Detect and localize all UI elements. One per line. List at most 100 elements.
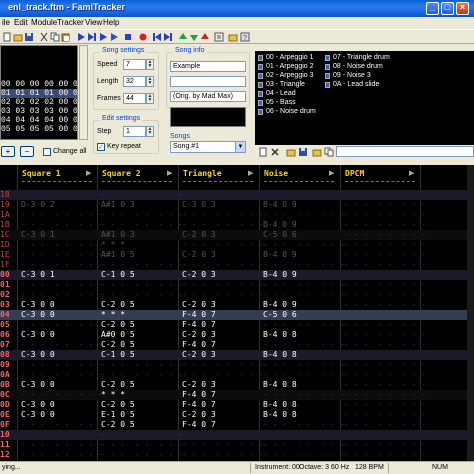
maximize-button[interactable]: □ (441, 2, 454, 15)
pattern-cell[interactable]: * * * (101, 240, 125, 249)
pattern-cell[interactable]: - - - - - - - - (101, 450, 183, 459)
pattern-cell[interactable]: - - - - - - - - (344, 330, 426, 339)
pattern-cell[interactable]: - - - - - - - - (344, 200, 426, 209)
pattern-cell[interactable]: A#1 0 3 (101, 230, 135, 239)
pattern-cell[interactable]: - - - - - - - - (344, 290, 426, 299)
step-field[interactable]: 1 (123, 126, 146, 137)
instrument-item[interactable]: 01 - Arpeggio 2 (266, 63, 314, 70)
pattern-cell[interactable]: B-4 0 9 (263, 270, 297, 279)
pattern-row[interactable]: 01- - - - - - - -- - - - - - - -- - - - … (0, 280, 474, 290)
pattern-cell[interactable]: - - - - - - - - (263, 390, 345, 399)
instrument-item[interactable]: 0A - Lead slide (333, 81, 379, 88)
down-arrow-icon[interactable]: ▼ (147, 64, 153, 69)
pattern-cell[interactable]: - - - - - - - - (263, 420, 345, 429)
step-spinner[interactable]: ▲ ▼ (146, 126, 154, 137)
pattern-cell[interactable]: - - - - - - - - (344, 310, 426, 319)
down-arrow-icon[interactable]: ▼ (147, 131, 153, 136)
pattern-cell[interactable]: - - - - - - - - (21, 340, 103, 349)
instrument-item[interactable]: 08 - Noise drum (333, 63, 383, 70)
pattern-row[interactable]: 04 C-3 0 0 * * * F-4 0 7 C-5 0 6 - - - - - - … (0, 310, 474, 320)
chevron-down-icon[interactable]: ▼ (235, 142, 245, 152)
pattern-cell[interactable]: C-3 0 0 (21, 400, 55, 409)
pattern-cell[interactable]: - - - - - - - - (344, 230, 426, 239)
play-loop-icon[interactable] (98, 32, 108, 42)
pattern-cell[interactable]: - - - - - - - - (263, 370, 345, 379)
pattern-cell[interactable]: - - - - - - - - (101, 210, 183, 219)
help-icon[interactable]: ? (240, 32, 250, 42)
pattern-cell[interactable]: B-4 0 9 (263, 220, 297, 229)
menu-tracker[interactable]: Tracker (57, 18, 84, 27)
next-frame-icon[interactable] (163, 32, 173, 42)
instrument-name-field[interactable] (336, 146, 474, 157)
channel-header-triangle[interactable]: Triangle ▶ (179, 165, 259, 187)
pattern-cell[interactable]: - - - - - - - - (344, 390, 426, 399)
instrument-list[interactable]: 00 - Arpeggio 1 01 - Arpeggio 2 02 - Arp… (255, 51, 474, 145)
frames-field[interactable]: 44 (123, 93, 146, 104)
pattern-cell[interactable]: - - - - - - - - (263, 340, 345, 349)
save-icon[interactable] (24, 32, 34, 42)
frame-row[interactable]: 00 00 00 00 00 00 (1, 80, 77, 89)
pattern-cell[interactable]: - - - - - - - - (344, 340, 426, 349)
pattern-cell[interactable]: - - - - - - - - (263, 210, 345, 219)
pattern-cell[interactable]: - - - - - - - - (101, 290, 183, 299)
pattern-row[interactable]: 06 C-3 0 0 A#0 0 5 C-2 0 3 B-4 0 8 - - - - - … (0, 330, 474, 340)
pattern-cell[interactable]: - - - - - - - - (182, 260, 264, 269)
pattern-cell[interactable]: - - - - - - - - (101, 190, 183, 199)
pattern-cell[interactable]: C-5 0 6 (263, 230, 297, 239)
pattern-cell[interactable]: - - - - - - - - (344, 250, 426, 259)
menu-edit[interactable]: Edit (14, 18, 28, 27)
pattern-row[interactable]: 1F - - - - - - - -- - - - - - - -- - - - … (0, 260, 474, 270)
pattern-cell[interactable]: - - - - - - - - (182, 360, 264, 369)
down-arrow-icon[interactable]: ▼ (147, 81, 153, 86)
paste-icon[interactable] (61, 32, 71, 42)
pattern-cell[interactable]: - - - - - - - - (182, 450, 264, 459)
pattern-row[interactable]: 1B - - - - - - - -- - - - - - - -- - - - … (0, 220, 474, 230)
stop-icon[interactable] (123, 32, 133, 42)
pattern-cell[interactable]: - - - - - - - - (21, 440, 103, 449)
pattern-cell[interactable]: A#1 0 5 (101, 250, 135, 259)
pattern-cell[interactable]: B-4 0 8 (263, 330, 297, 339)
pattern-cell[interactable]: C-2 0 5 (101, 400, 135, 409)
pattern-cell[interactable]: - - - - - - - - (344, 400, 426, 409)
pattern-cell[interactable]: B-4 0 8 (263, 350, 297, 359)
frame-row[interactable]: 01 01 01 01 00 00 (1, 89, 77, 98)
pattern-cell[interactable]: - - - - - - - - (21, 360, 103, 369)
pattern-cell[interactable]: C-1 0 5 (101, 270, 135, 279)
play-icon[interactable] (76, 32, 86, 42)
pattern-row[interactable]: 1E - - - - - - - - A#1 0 5 C-2 0 3 B-4 0 9- … (0, 250, 474, 260)
pattern-cell[interactable]: A#0 0 5 (101, 330, 135, 339)
pattern-cell[interactable]: - - - - - - - - (344, 380, 426, 389)
pattern-cell[interactable]: - - - - - - - - (344, 300, 426, 309)
record-icon[interactable] (138, 32, 148, 42)
song-name-field[interactable]: Example (170, 61, 246, 72)
pattern-row[interactable]: 10- - - - - - - -- - - - - - - -- - - - … (0, 430, 474, 440)
pattern-cell[interactable]: - - - - - - - - (344, 370, 426, 379)
menu-view[interactable]: View (85, 18, 102, 27)
pattern-cell[interactable]: - - - - - - - - (344, 350, 426, 359)
pattern-cell[interactable]: - - - - - - - - (21, 210, 103, 219)
frame-row[interactable]: 05 05 05 05 00 00 (1, 125, 77, 134)
change-all-checkbox[interactable] (43, 148, 51, 156)
pattern-cell[interactable]: - - - - - - - - (21, 220, 103, 229)
down-arrow-icon[interactable]: ▼ (147, 98, 153, 103)
save-instrument-icon[interactable] (298, 147, 308, 157)
pattern-cell[interactable]: - - - - - - - - (344, 450, 426, 459)
pattern-cell[interactable]: C-2 0 3 (182, 330, 216, 339)
pattern-cell[interactable]: C-2 0 3 (182, 300, 216, 309)
pattern-cell[interactable]: B-4 0 8 (263, 410, 297, 419)
channel-arrow-icon[interactable]: ▶ (409, 169, 414, 177)
instrument-item[interactable]: 09 - Noise 3 (333, 72, 371, 79)
pattern-cell[interactable]: F-4 0 7 (182, 390, 216, 399)
pattern-cell[interactable]: F-4 0 7 (182, 420, 216, 429)
pattern-cell[interactable]: C-3 0 0 (21, 330, 55, 339)
instrument-icon[interactable] (228, 32, 238, 42)
pattern-cell[interactable]: - - - - - - - - (101, 260, 183, 269)
pattern-cell[interactable]: - - - - - - - - (344, 270, 426, 279)
pattern-row[interactable]: 0F - - - - - - - - C-2 0 5 F-4 0 7- - - - -… (0, 420, 474, 430)
module-properties-icon[interactable] (214, 32, 224, 42)
pattern-cell[interactable]: C-3 0 0 (21, 300, 55, 309)
song-select[interactable]: Song #1 ▼ (170, 141, 246, 153)
pattern-cell[interactable]: - - - - - - - - (263, 450, 345, 459)
pattern-cell[interactable]: - - - - - - - - (101, 370, 183, 379)
channel-header-square2[interactable]: Square 2 ▶ (98, 165, 178, 187)
